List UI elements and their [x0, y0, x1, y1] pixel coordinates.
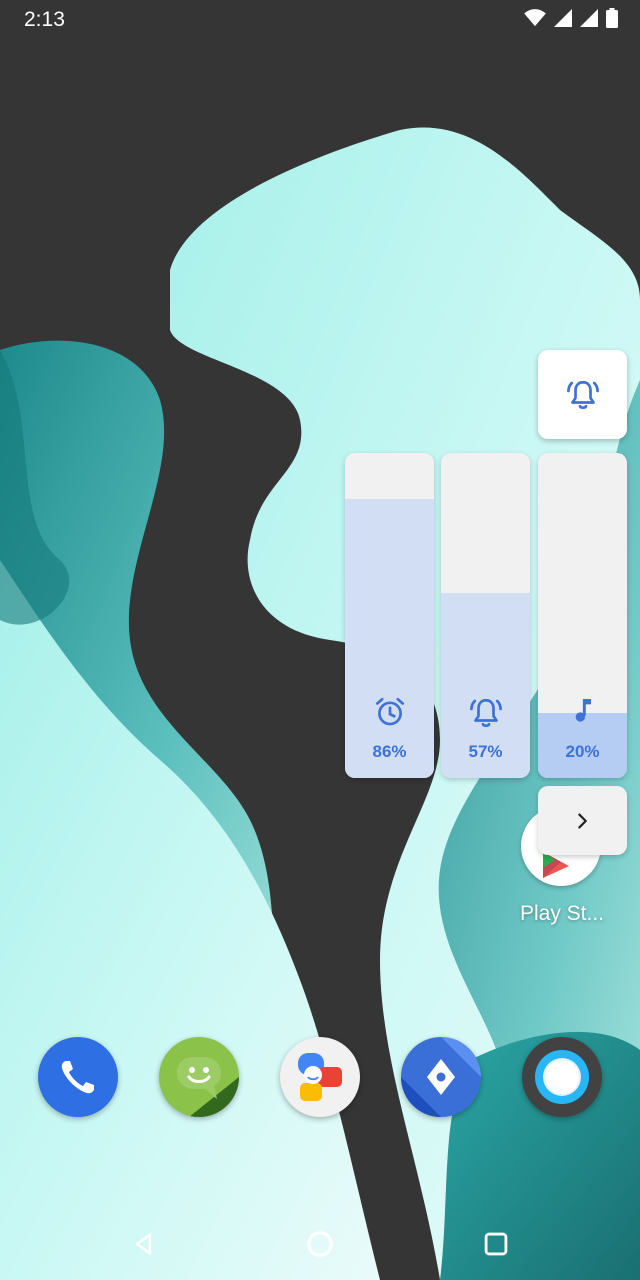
- status-bar: 2:13: [0, 0, 640, 40]
- play-store-label[interactable]: Play St...: [500, 902, 624, 926]
- home-button[interactable]: [298, 1222, 342, 1266]
- recents-button[interactable]: [474, 1222, 518, 1266]
- chevron-right-icon: [577, 812, 587, 829]
- music-note-icon: [575, 699, 591, 722]
- phone-icon: [61, 1061, 94, 1094]
- maps-nav-app[interactable]: [401, 1037, 481, 1117]
- media-volume-percent: 20%: [565, 742, 600, 761]
- home-screen: 2:13 86% 57% 20% Play St...: [0, 0, 640, 1280]
- alarm-volume-percent: 86%: [372, 742, 407, 761]
- bell-ringing-icon: [469, 698, 502, 728]
- chat-apps-app[interactable]: [280, 1037, 360, 1117]
- wifi-icon: [524, 9, 546, 27]
- expand-volume-button[interactable]: [538, 786, 627, 855]
- status-icons: [524, 8, 618, 28]
- back-button[interactable]: [122, 1222, 166, 1266]
- ringer-mode-toggle[interactable]: [538, 350, 627, 439]
- back-icon: [135, 1233, 152, 1255]
- chat-apps-icon: [298, 1053, 342, 1101]
- alarm-volume-fill: [345, 498, 434, 778]
- ring-volume-percent: 57%: [468, 742, 503, 761]
- camera-icon: [535, 1050, 589, 1104]
- bell-ringing-icon: [566, 380, 599, 409]
- ring-volume-slider[interactable]: 57%: [441, 453, 530, 778]
- maps-nav-icon: [401, 1037, 481, 1117]
- signal-icon: [554, 9, 572, 27]
- signal-icon: [580, 9, 598, 27]
- clock: 2:13: [24, 8, 65, 31]
- battery-icon: [606, 8, 618, 28]
- home-icon: [307, 1231, 333, 1257]
- messaging-app[interactable]: [159, 1037, 239, 1117]
- phone-app[interactable]: [38, 1037, 118, 1117]
- recents-icon: [484, 1232, 508, 1256]
- media-volume-slider[interactable]: 20%: [538, 453, 627, 778]
- alarm-clock-icon: [375, 697, 404, 726]
- camera-app[interactable]: [522, 1037, 602, 1117]
- alarm-volume-slider[interactable]: 86%: [345, 453, 434, 778]
- messaging-icon: [177, 1057, 239, 1117]
